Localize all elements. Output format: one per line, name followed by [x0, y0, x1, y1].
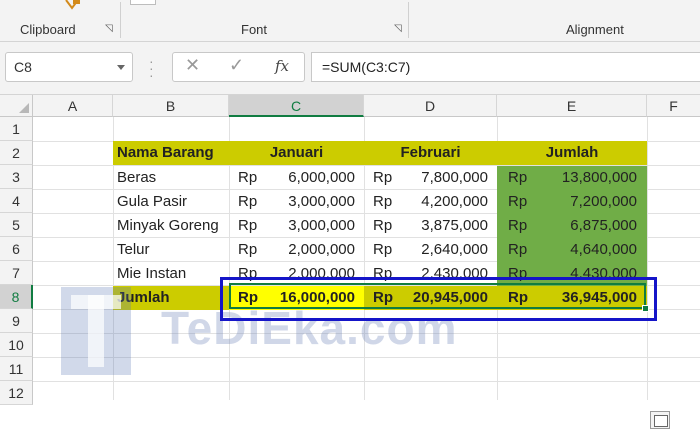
header-cell-feb[interactable]: Februari: [364, 141, 497, 165]
column-header-c[interactable]: C: [229, 95, 364, 117]
formula-input[interactable]: =SUM(C3:C7): [311, 52, 700, 82]
currency-label: Rp: [508, 217, 528, 234]
cell-total-value: 7,200,000: [570, 193, 637, 210]
header-cell-item[interactable]: Nama Barang: [113, 141, 229, 165]
header-cell-total[interactable]: Jumlah: [497, 141, 647, 165]
header-cell-jan[interactable]: Januari: [229, 141, 364, 165]
row-header-11[interactable]: 11: [0, 357, 33, 381]
currency-label: Rp: [508, 169, 528, 186]
name-box[interactable]: C8: [5, 52, 133, 82]
cell-total-value: 13,800,000: [561, 169, 637, 186]
ribbon-divider: [408, 2, 409, 38]
more-options-icon[interactable]: · · ·: [149, 54, 154, 82]
cell-item[interactable]: Telur: [113, 238, 229, 262]
name-box-value: C8: [14, 59, 32, 75]
insert-function-icon[interactable]: fx: [275, 57, 289, 75]
ribbon-divider: [120, 2, 121, 38]
font-launcher-icon[interactable]: ◹: [394, 24, 404, 34]
worksheet-grid: A B C D E F 1 2 3 4 5 6 7 8 9 10 11 12 N…: [0, 95, 700, 429]
clipboard-launcher-icon[interactable]: ◹: [105, 24, 115, 34]
currency-label: Rp: [373, 169, 393, 186]
currency-label: Rp: [238, 241, 258, 258]
cell-jan[interactable]: 6,000,000: [268, 166, 355, 190]
highlight-annotation-box: [220, 277, 657, 321]
formula-bar: C8 · · · ✕ ✓ fx =SUM(C3:C7): [0, 42, 700, 95]
cell-total[interactable]: Rp 13,800,000: [497, 166, 647, 190]
close-icon[interactable]: ✕: [185, 55, 200, 76]
quick-analysis-icon[interactable]: [650, 411, 670, 429]
chevron-down-icon[interactable]: [117, 65, 125, 70]
formula-buttons: ✕ ✓ fx: [172, 52, 305, 82]
cell-total[interactable]: Rp 7,200,000: [497, 190, 647, 214]
format-painter-icon[interactable]: [64, 0, 82, 10]
cell-feb[interactable]: 4,200,000: [403, 190, 488, 214]
gridline: [33, 333, 700, 334]
row-header-3[interactable]: 3: [0, 165, 33, 189]
cell-total-value: 4,640,000: [570, 241, 637, 258]
cell-total[interactable]: Rp 6,875,000: [497, 214, 647, 238]
column-header-e[interactable]: E: [497, 95, 647, 117]
currency-label: Rp: [238, 169, 258, 186]
row-header-7[interactable]: 7: [0, 261, 33, 285]
cell-total[interactable]: Rp 4,640,000: [497, 238, 647, 262]
sum-label-cell[interactable]: Jumlah: [113, 286, 229, 310]
font-name-dropdown[interactable]: [130, 0, 156, 5]
cell-jan[interactable]: 2,000,000: [268, 238, 355, 262]
currency-label: Rp: [508, 241, 528, 258]
column-header-f[interactable]: F: [647, 95, 700, 117]
column-header-b[interactable]: B: [113, 95, 229, 117]
cell-jan[interactable]: 3,000,000: [268, 190, 355, 214]
cell-item[interactable]: Beras: [113, 166, 229, 190]
cell-jan[interactable]: 3,000,000: [268, 214, 355, 238]
currency-label: Rp: [238, 217, 258, 234]
row-header-6[interactable]: 6: [0, 237, 33, 261]
currency-label: Rp: [508, 193, 528, 210]
row-header-5[interactable]: 5: [0, 213, 33, 237]
cell-feb[interactable]: 7,800,000: [403, 166, 488, 190]
row-header-12[interactable]: 12: [0, 381, 33, 405]
check-icon[interactable]: ✓: [229, 55, 244, 76]
gridline: [33, 381, 700, 382]
cell-feb[interactable]: 2,640,000: [403, 238, 488, 262]
currency-label: Rp: [373, 217, 393, 234]
row-header-9[interactable]: 9: [0, 309, 33, 333]
cell-item[interactable]: Mie Instan: [113, 262, 229, 286]
row-header-8[interactable]: 8: [0, 285, 33, 309]
currency-label: Rp: [373, 193, 393, 210]
currency-label: Rp: [238, 193, 258, 210]
alignment-group-label: Alignment: [566, 22, 624, 37]
cell-total-value: 6,875,000: [570, 217, 637, 234]
cell-item[interactable]: Minyak Goreng: [113, 214, 229, 238]
row-header-4[interactable]: 4: [0, 189, 33, 213]
row-header-10[interactable]: 10: [0, 333, 33, 357]
select-all-button[interactable]: [0, 95, 33, 117]
cell-item[interactable]: Gula Pasir: [113, 190, 229, 214]
row-header-1[interactable]: 1: [0, 117, 33, 141]
clipboard-group-label: Clipboard: [20, 22, 76, 37]
row-header-2[interactable]: 2: [0, 141, 33, 165]
font-group-label: Font: [241, 22, 268, 37]
cell-feb[interactable]: 3,875,000: [403, 214, 488, 238]
gridline: [33, 357, 700, 358]
column-header-a[interactable]: A: [33, 95, 113, 117]
column-header-d[interactable]: D: [364, 95, 497, 117]
currency-label: Rp: [373, 241, 393, 258]
ribbon: Clipboard ◹ Font ◹ Alignment: [0, 0, 700, 42]
